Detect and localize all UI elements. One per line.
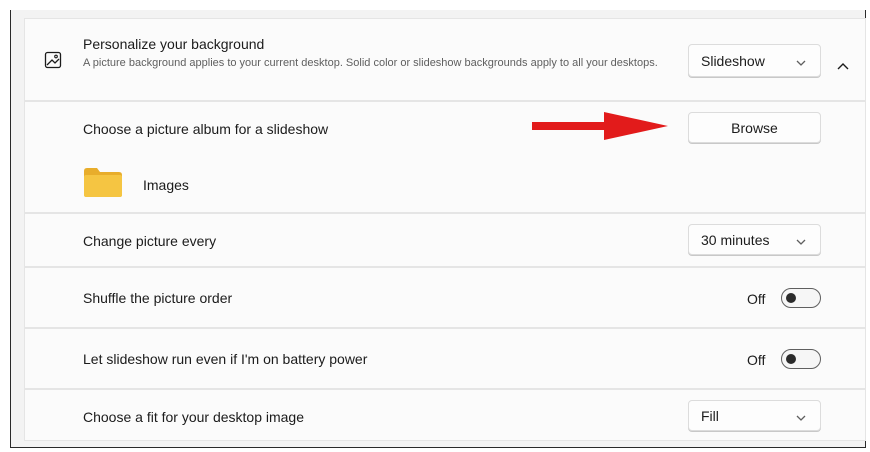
background-description: A picture background applies to your cur… [83, 57, 658, 69]
battery-label: Let slideshow run even if I'm on battery… [83, 351, 368, 367]
album-folder-name[interactable]: Images [143, 177, 189, 193]
background-type-value: Slideshow [701, 52, 765, 69]
browse-button-label: Browse [731, 119, 778, 136]
browse-button[interactable]: Browse [688, 112, 821, 143]
fit-value: Fill [701, 407, 719, 424]
background-type-dropdown[interactable]: Slideshow [688, 44, 821, 77]
fit-label: Choose a fit for your desktop image [83, 409, 305, 425]
change-interval-value: 30 minutes [701, 231, 770, 248]
chevron-down-icon [796, 53, 806, 69]
chevron-down-icon [796, 408, 806, 424]
fit-card: Choose a fit for your desktop image Fill [24, 389, 866, 441]
shuffle-toggle[interactable] [781, 288, 821, 308]
shuffle-card: Shuffle the picture order Off [24, 267, 866, 328]
image-icon [44, 51, 62, 74]
fit-dropdown[interactable]: Fill [688, 400, 821, 431]
change-interval-card: Change picture every 30 minutes [24, 213, 866, 267]
toggle-knob [786, 354, 796, 364]
folder-icon [83, 166, 123, 203]
battery-card: Let slideshow run even if I'm on battery… [24, 328, 866, 389]
battery-toggle[interactable] [781, 349, 821, 369]
battery-state-text: Off [747, 352, 766, 368]
toggle-knob [786, 293, 796, 303]
red-arrow [532, 112, 668, 140]
album-card: Choose a picture album for a slideshow B… [24, 101, 866, 213]
change-interval-dropdown[interactable]: 30 minutes [688, 224, 821, 255]
chevron-down-icon [796, 232, 806, 248]
shuffle-label: Shuffle the picture order [83, 290, 233, 306]
album-label: Choose a picture album for a slideshow [83, 121, 329, 137]
change-interval-label: Change picture every [83, 233, 217, 249]
background-header-card[interactable]: Personalize your background A picture ba… [24, 18, 866, 101]
shuffle-state-text: Off [747, 291, 766, 307]
chevron-up-icon[interactable] [837, 57, 849, 75]
background-title: Personalize your background [83, 36, 265, 52]
